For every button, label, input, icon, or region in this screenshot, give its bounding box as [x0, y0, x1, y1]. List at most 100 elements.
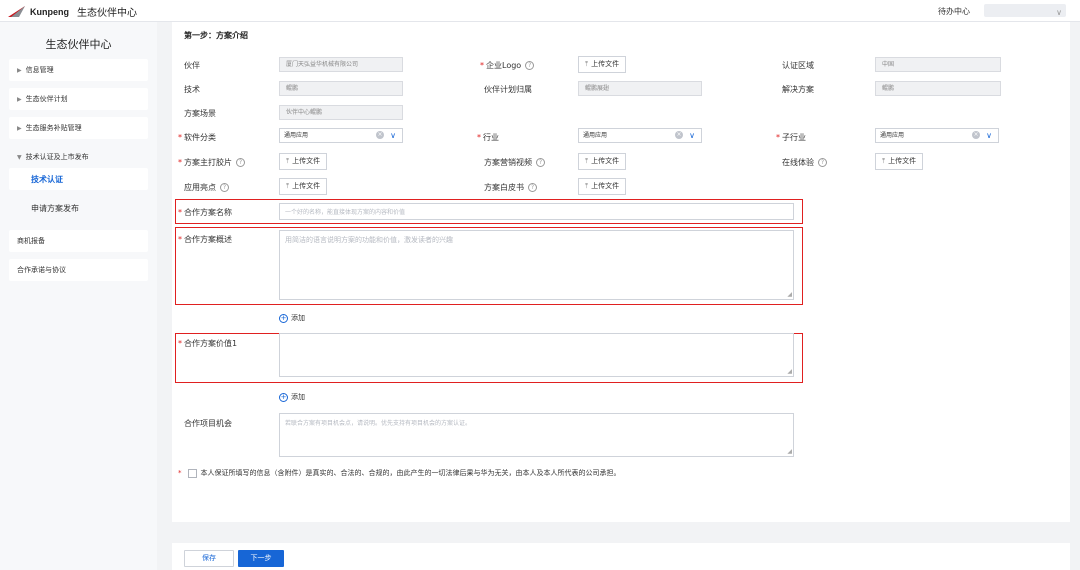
footer-bar: 保存 下一步: [172, 543, 1070, 570]
industry-label: * 行业: [477, 133, 499, 142]
sidebar-item-label: 申请方案发布: [31, 203, 79, 213]
step-title: 第一步：方案介绍: [184, 31, 248, 40]
add-overview-button[interactable]: + 添加: [279, 313, 305, 323]
chevron-down-icon: ∨: [1056, 8, 1062, 17]
help-icon[interactable]: ?: [528, 183, 537, 192]
chevron-down-icon: ∨: [390, 131, 396, 140]
industry-select[interactable]: 通用应用 × ∨: [578, 128, 702, 143]
help-icon[interactable]: ?: [220, 183, 229, 192]
chevron-down-icon: ∨: [689, 131, 695, 140]
overview-textarea[interactable]: 用简洁的语言说明方案的功能和价值，激发读者的兴趣 ◢: [279, 230, 794, 300]
app-title: 生态伙伴中心: [77, 8, 137, 19]
upload-icon: ⤒: [286, 182, 290, 190]
sidebar-item-label: 技术认证及上市发布: [25, 153, 89, 161]
plan-field: 鲲鹏展翅: [578, 81, 702, 96]
help-icon[interactable]: ?: [525, 61, 535, 70]
resize-handle-icon[interactable]: ◢: [787, 368, 792, 375]
sidebar-item-tech-certification[interactable]: 技术认证: [9, 168, 148, 190]
agreement-text: 本人保证所填写的信息（含附件）是真实的、合法的、合规的，由此产生的一切法律后果与…: [200, 469, 621, 477]
help-icon[interactable]: ?: [536, 158, 545, 167]
save-button[interactable]: 保存: [184, 550, 234, 567]
sidebar-item-subsidy[interactable]: ▶ 生态服务补贴管理: [9, 117, 148, 139]
tech-label: 技术: [184, 85, 200, 94]
online-upload-button[interactable]: ⤒ 上传文件: [875, 153, 924, 170]
video-upload-button[interactable]: ⤒ 上传文件: [578, 153, 627, 170]
agreement-checkbox[interactable]: [187, 468, 197, 478]
region-field: 中国: [875, 57, 1001, 72]
sidebar-item-label: 生态服务补贴管理: [25, 124, 82, 132]
sidebar: 生态伙伴中心 ▶ 信息管理 ▶ 生态伙伴计划 ▶ 生态服务补贴管理 ▼ 技术认证…: [0, 22, 157, 570]
sidebar-item-info[interactable]: ▶ 信息管理: [9, 59, 148, 81]
software-label: * 软件分类: [178, 133, 216, 142]
sidebar-item-label: 生态伙伴计划: [25, 95, 68, 103]
chevron-down-icon: ∨: [986, 131, 992, 140]
sidebar-title: 生态伙伴中心: [45, 38, 112, 51]
solution-label: 解决方案: [782, 85, 814, 94]
upload-icon: ⤒: [882, 157, 886, 165]
plus-circle-icon: +: [279, 392, 288, 402]
scene-label: 方案场景: [184, 109, 216, 118]
help-icon[interactable]: ?: [818, 158, 827, 167]
partner-label: 伙伴: [184, 61, 200, 70]
logo-label: * 企业Logo?: [480, 60, 535, 71]
clear-icon[interactable]: ×: [972, 131, 980, 139]
sidebar-item-partner-plan[interactable]: ▶ 生态伙伴计划: [9, 88, 148, 110]
brand-name: Kunpeng: [30, 6, 69, 17]
value-label: * 合作方案价值1: [178, 339, 238, 348]
sidebar-item-solution-publish[interactable]: 申请方案发布: [9, 197, 148, 219]
highlight-upload-button[interactable]: ⤒ 上传文件: [279, 178, 328, 195]
kunpeng-logo-icon: [8, 5, 25, 17]
software-select[interactable]: 通用应用 × ∨: [279, 128, 403, 143]
agreement-row: * 本人保证所填写的信息（含附件）是真实的、合法的、合规的，由此产生的一切法律后…: [178, 468, 621, 478]
form-panel: 第一步：方案介绍 伙伴 厦门天弘益华机械有限公司 * 企业Logo? ⤒ 上传文件 …: [172, 22, 1070, 522]
sidebar-item-label: 商机报备: [17, 237, 45, 245]
opportunity-textarea[interactable]: 若联合方案有项目机会点，请说明。优先支持有项目机会的方案认证。 ◢: [279, 413, 794, 457]
sidebar-item-label: 合作承诺与协议: [17, 266, 66, 274]
resize-handle-icon[interactable]: ◢: [787, 448, 792, 455]
upload-icon: ⤒: [585, 182, 589, 190]
clear-icon[interactable]: ×: [675, 131, 683, 139]
required-mark: *: [178, 469, 182, 477]
user-menu[interactable]: ∨: [984, 4, 1066, 17]
solution-field: 鲲鹏: [875, 81, 1001, 96]
plan-label: 伙伴计划归属: [484, 85, 532, 94]
sidebar-item-agreement[interactable]: 合作承诺与协议: [9, 259, 148, 281]
whitepaper-upload-button[interactable]: ⤒ 上传文件: [578, 178, 627, 195]
help-icon[interactable]: ?: [236, 158, 245, 167]
whitepaper-label: 方案白皮书?: [484, 182, 537, 193]
plus-circle-icon: +: [279, 313, 288, 323]
clear-icon[interactable]: ×: [376, 131, 384, 139]
sidebar-item-label: 技术认证: [31, 174, 63, 184]
subindustry-label: * 子行业: [776, 133, 806, 142]
caret-right-icon: ▶: [17, 95, 22, 103]
value-textarea[interactable]: ◢: [279, 333, 794, 377]
sidebar-item-label: 信息管理: [25, 66, 54, 74]
todo-center-link[interactable]: 待办中心: [938, 6, 970, 17]
caret-down-icon: ▼: [17, 153, 22, 161]
video-label: 方案营销视频?: [484, 157, 545, 168]
add-value-button[interactable]: + 添加: [279, 392, 305, 402]
upload-icon: ⤒: [585, 157, 589, 165]
logo[interactable]: Kunpeng 生态伙伴中心: [8, 4, 137, 19]
subindustry-select[interactable]: 通用应用 × ∨: [875, 128, 999, 143]
sidebar-item-opportunity[interactable]: 商机报备: [9, 230, 148, 252]
overview-label: * 合作方案概述: [178, 235, 232, 244]
caret-right-icon: ▶: [17, 124, 22, 132]
top-bar: Kunpeng 生态伙伴中心 待办中心 ∨: [0, 0, 1080, 22]
tech-field: 鲲鹏: [279, 81, 403, 96]
solution-name-input[interactable]: 一个好的名称，能直接体现方案的内容和价值: [279, 203, 794, 220]
upload-icon: ⤒: [585, 60, 589, 68]
next-step-button[interactable]: 下一步: [238, 550, 284, 567]
scene-field: 伙伴中心鲲鹏: [279, 105, 403, 120]
sidebar-item-certification-group[interactable]: ▼ 技术认证及上市发布: [9, 146, 148, 168]
region-label: 认证区域: [782, 61, 814, 70]
main-image-label: * 方案主打胶片?: [178, 157, 245, 168]
main-image-upload-button[interactable]: ⤒ 上传文件: [279, 153, 328, 170]
online-label: 在线体验?: [782, 157, 827, 168]
caret-right-icon: ▶: [17, 66, 22, 74]
opportunity-label: 合作项目机会: [184, 419, 232, 428]
highlight-label: 应用亮点?: [184, 182, 229, 193]
resize-handle-icon[interactable]: ◢: [787, 291, 792, 298]
upload-icon: ⤒: [286, 157, 290, 165]
logo-upload-button[interactable]: ⤒ 上传文件: [578, 56, 627, 73]
